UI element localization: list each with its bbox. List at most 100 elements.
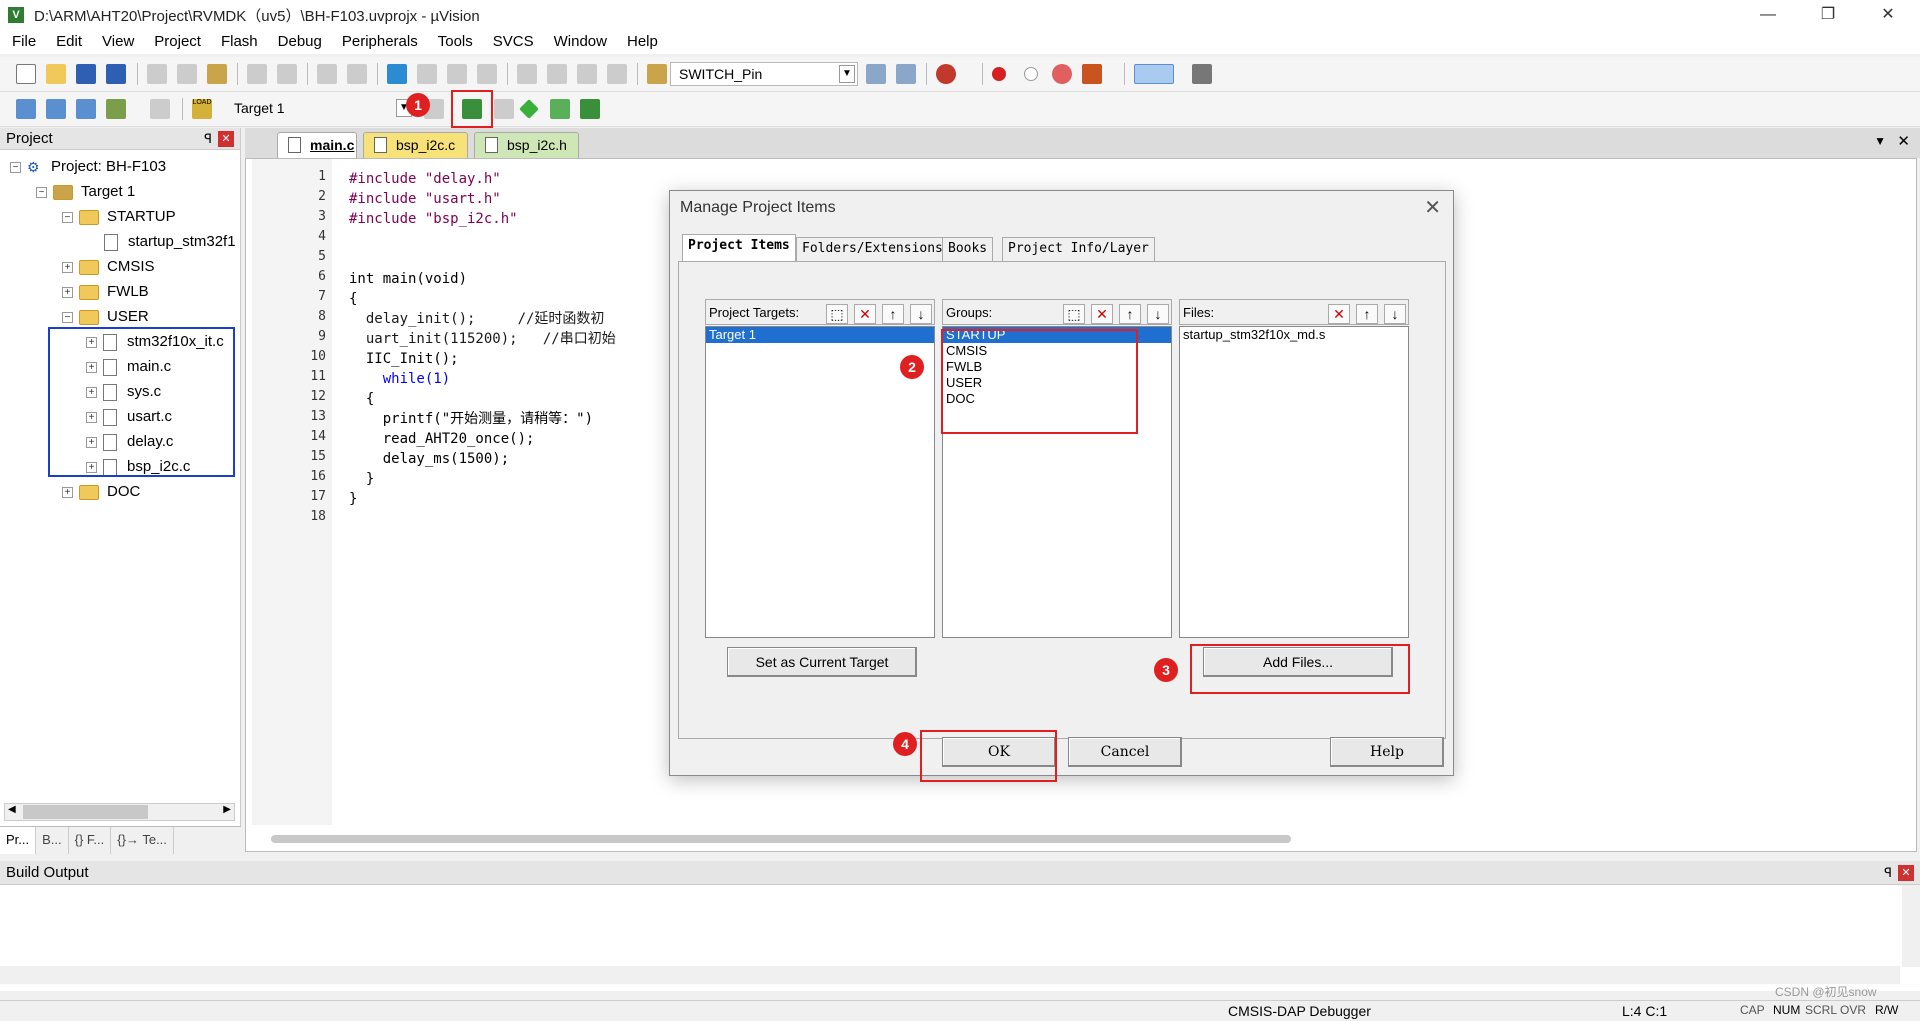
new-item-icon[interactable]: ⬚ (1063, 304, 1085, 324)
incremental-find-icon[interactable] (896, 64, 916, 84)
tab-project-info-layer[interactable]: Project Info/Layer (1002, 237, 1155, 261)
menu-file[interactable]: File (0, 30, 46, 54)
code-line[interactable]: delay_init(); //延时函数初 (349, 309, 605, 329)
tab-templates[interactable]: {}→ Te... (111, 827, 174, 854)
select-packs-icon[interactable] (519, 99, 539, 119)
tab-project[interactable]: Pr... (0, 827, 37, 854)
menu-help[interactable]: Help (617, 30, 668, 54)
new-item-icon[interactable]: ⬚ (826, 304, 848, 324)
bookmark-icon[interactable] (387, 64, 407, 84)
tree-group-user[interactable]: − USER (62, 305, 149, 329)
delete-icon[interactable]: ✕ (1328, 304, 1350, 324)
tree-group-startup[interactable]: − STARTUP (62, 205, 176, 229)
tree-group-fwlb[interactable]: + FWLB (62, 280, 149, 304)
uncomment-icon[interactable] (607, 64, 627, 84)
redo-icon[interactable] (277, 64, 297, 84)
new-file-icon[interactable] (16, 64, 36, 84)
move-down-icon[interactable]: ↓ (910, 304, 932, 324)
breakpoint-icon[interactable] (992, 67, 1006, 81)
code-line[interactable]: int main(void) (349, 269, 467, 289)
collapse-icon[interactable]: − (10, 161, 21, 173)
target-combo[interactable]: Target 1 ▼ (226, 97, 416, 121)
prev-bookmark-icon[interactable] (417, 64, 437, 84)
project-horizontal-scrollbar[interactable]: ◀ ▶ (4, 803, 235, 821)
editor-close-icon[interactable]: ✕ (1897, 132, 1910, 150)
code-line[interactable]: } (349, 469, 374, 489)
build-icon[interactable] (46, 99, 66, 119)
collapse-icon[interactable]: − (62, 311, 73, 323)
move-up-icon[interactable]: ↑ (1119, 304, 1141, 324)
chevron-down-icon[interactable]: ▼ (839, 65, 855, 83)
next-bookmark-icon[interactable] (447, 64, 467, 84)
batch-build-icon[interactable] (106, 99, 126, 119)
nav-forward-icon[interactable] (347, 64, 367, 84)
code-line[interactable]: IIC_Init(); (349, 349, 459, 369)
disable-breakpoint-icon[interactable] (1024, 67, 1038, 81)
tab-bsp-i2c-h[interactable]: bsp_i2c.h (474, 132, 579, 158)
save-all-icon[interactable] (106, 64, 126, 84)
open-folder-icon[interactable] (46, 64, 66, 84)
tab-books[interactable]: B... (36, 827, 69, 854)
find-combo[interactable]: SWITCH_Pin ▼ (670, 62, 858, 86)
download-load-icon[interactable]: LOAD (192, 99, 212, 119)
move-up-icon[interactable]: ↑ (882, 304, 904, 324)
pin-icon[interactable]: ꟼ (1884, 861, 1892, 885)
code-line[interactable]: { (349, 289, 357, 309)
pack-installer-icon[interactable] (580, 99, 600, 119)
list-item[interactable]: startup_stm32f10x_md.s (1180, 327, 1408, 343)
copy-icon[interactable] (177, 64, 197, 84)
tab-list-dropdown-icon[interactable]: ▼ (1874, 134, 1886, 148)
manage-rte-icon[interactable] (550, 99, 570, 119)
expand-icon[interactable]: + (62, 261, 73, 273)
menu-view[interactable]: View (92, 30, 144, 54)
dialog-close-icon[interactable]: ✕ (1424, 195, 1441, 220)
expand-icon[interactable]: + (62, 286, 73, 298)
window-layout-icon[interactable] (1134, 64, 1174, 84)
code-line[interactable]: #include "delay.h" (349, 169, 501, 189)
code-line[interactable]: uart_init(115200); //串口初始 (349, 329, 616, 349)
menu-project[interactable]: Project (144, 30, 211, 54)
code-line[interactable]: #include "usart.h" (349, 189, 501, 209)
collapse-icon[interactable]: − (62, 211, 73, 223)
debug-session-icon[interactable] (936, 64, 956, 84)
clear-bookmarks-icon[interactable] (477, 64, 497, 84)
move-up-icon[interactable]: ↑ (1356, 304, 1378, 324)
menu-tools[interactable]: Tools (428, 30, 483, 54)
panel-close-icon[interactable]: ✕ (1898, 865, 1914, 881)
menu-debug[interactable]: Debug (268, 30, 332, 54)
find-icon[interactable] (866, 64, 886, 84)
build-output-vscrollbar[interactable] (1902, 885, 1920, 967)
menu-flash[interactable]: Flash (211, 30, 268, 54)
menu-edit[interactable]: Edit (46, 30, 92, 54)
scroll-left-icon[interactable]: ◀ (8, 804, 16, 815)
panel-close-icon[interactable]: ✕ (218, 131, 234, 147)
comment-icon[interactable] (577, 64, 597, 84)
wrench-icon[interactable] (1192, 64, 1212, 84)
code-line[interactable]: } (349, 489, 357, 509)
code-line[interactable]: delay_ms(1500); (349, 449, 509, 469)
find-in-files-icon[interactable] (647, 64, 667, 84)
save-icon[interactable] (76, 64, 96, 84)
kill-breakpoints-icon[interactable] (1052, 64, 1072, 84)
files-list[interactable]: startup_stm32f10x_md.s (1179, 326, 1409, 638)
move-down-icon[interactable]: ↓ (1384, 304, 1406, 324)
indent-icon[interactable] (517, 64, 537, 84)
tab-bsp-i2c-c[interactable]: bsp_i2c.c (363, 132, 468, 158)
nav-back-icon[interactable] (317, 64, 337, 84)
restore-button[interactable]: ❐ (1800, 0, 1856, 30)
tab-main-c[interactable]: main.c (277, 132, 357, 158)
delete-icon[interactable]: ✕ (1091, 304, 1113, 324)
cut-icon[interactable] (147, 64, 167, 84)
code-line[interactable]: { (349, 389, 374, 409)
tree-group-doc[interactable]: + DOC (62, 480, 140, 504)
build-output-scrollbar[interactable] (0, 966, 1900, 984)
menu-svcs[interactable]: SVCS (483, 30, 544, 54)
tree-project-root[interactable]: − ⚙ Project: BH-F103 (10, 155, 166, 179)
code-line[interactable]: while(1) (349, 369, 450, 389)
tree-file-startup[interactable]: startup_stm32f1 (104, 230, 236, 254)
code-line[interactable]: #include "bsp_i2c.h" (349, 209, 518, 229)
list-item[interactable]: Target 1 (706, 327, 934, 343)
file-extensions-icon[interactable] (494, 99, 514, 119)
code-line[interactable]: printf("开始测量，请稍等：") (349, 409, 593, 429)
set-current-target-button[interactable]: Set as Current Target (727, 647, 917, 677)
